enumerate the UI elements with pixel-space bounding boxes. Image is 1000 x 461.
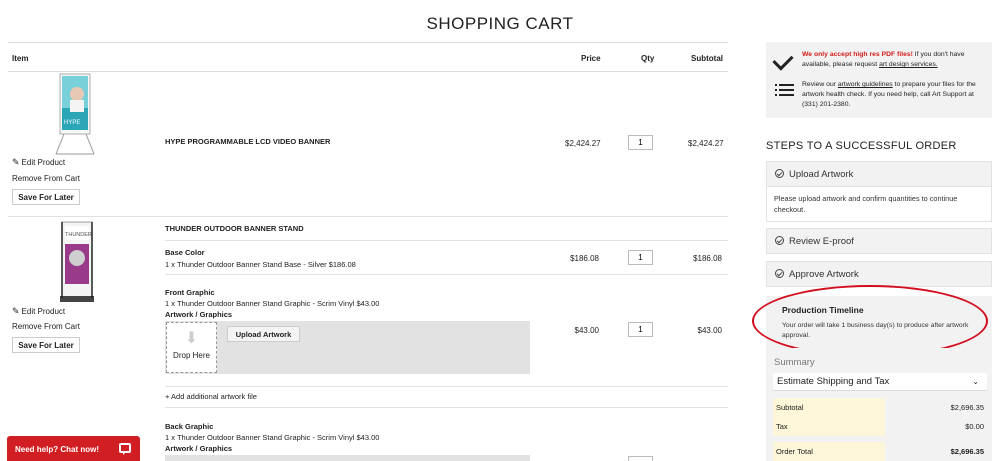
item-price: $186.08 bbox=[570, 254, 599, 263]
edit-product-link[interactable]: ✎ Edit Product bbox=[12, 157, 65, 168]
option-label: Front Graphic bbox=[165, 288, 215, 297]
check-circle-icon bbox=[775, 269, 784, 278]
row-divider bbox=[165, 386, 728, 387]
option-label: Base Color bbox=[165, 248, 205, 257]
cart-header: Item Price Qty Subtotal bbox=[8, 42, 728, 72]
artwork-notice: We only accept high res PDF files! If yo… bbox=[766, 42, 992, 118]
product-name: HYPE PROGRAMMABLE LCD VIDEO BANNER bbox=[165, 137, 331, 146]
quantity-input[interactable] bbox=[628, 456, 653, 461]
step-body: Please upload artwork and confirm quanti… bbox=[767, 186, 991, 221]
steps-title: STEPS TO A SUCCESSFUL ORDER bbox=[766, 140, 957, 152]
option-desc: 1 x Thunder Outdoor Banner Stand Graphic… bbox=[165, 433, 380, 442]
summary-title: Summary bbox=[774, 357, 815, 368]
step-approve-artwork[interactable]: Approve Artwork bbox=[766, 261, 992, 287]
chat-button[interactable]: Need help? Chat now! bbox=[7, 436, 140, 461]
row-divider bbox=[165, 274, 728, 275]
item-subtotal: $186.08 bbox=[693, 254, 722, 263]
add-artwork-file-link[interactable]: + Add additional artwork file bbox=[165, 392, 257, 401]
summary-row-order-total: Order Total $2,696.35 bbox=[773, 442, 987, 461]
step-label: Upload Artwork bbox=[789, 169, 854, 180]
step-label: Review E-proof bbox=[789, 236, 854, 247]
edit-product-link[interactable]: ✎ Edit Product bbox=[12, 306, 65, 317]
pencil-icon: ✎ bbox=[12, 306, 20, 316]
artwork-upload-area bbox=[165, 455, 530, 461]
artwork-label: Artwork / Graphics bbox=[165, 310, 233, 319]
order-summary: Summary Estimate Shipping and Tax ⌄ Subt… bbox=[766, 348, 992, 461]
upload-artwork-button[interactable]: Upload Artwork bbox=[227, 326, 300, 342]
pencil-icon: ✎ bbox=[12, 157, 20, 167]
step-upload-artwork[interactable]: Upload Artwork Please upload artwork and… bbox=[766, 161, 992, 222]
quantity-input[interactable] bbox=[628, 322, 653, 337]
arrow-down-icon: ⬇ bbox=[184, 330, 199, 347]
save-for-later-button[interactable]: Save For Later bbox=[12, 189, 80, 205]
art-design-services-link[interactable]: art design services. bbox=[879, 61, 938, 68]
summary-row-subtotal: Subtotal $2,696.35 bbox=[773, 398, 987, 417]
check-circle-icon bbox=[775, 236, 784, 245]
product-image-thunder[interactable]: THUNDER bbox=[52, 220, 104, 306]
drop-zone[interactable]: ⬇ Drop Here bbox=[166, 322, 217, 373]
chat-bubble-icon bbox=[119, 443, 131, 455]
checklist-icon bbox=[775, 84, 794, 99]
item-price: $43.00 bbox=[574, 326, 599, 335]
row-divider bbox=[165, 240, 728, 241]
option-desc: 1 x Thunder Outdoor Banner Stand Graphic… bbox=[165, 299, 380, 308]
item-subtotal: $43.00 bbox=[697, 326, 722, 335]
svg-text:HYPE: HYPE bbox=[64, 120, 80, 126]
remove-from-cart-link[interactable]: Remove From Cart bbox=[12, 322, 80, 331]
product-image-hype[interactable]: HYPE bbox=[50, 72, 102, 158]
chat-label: Need help? Chat now! bbox=[15, 445, 99, 454]
notice-text-pdf: We only accept high res PDF files! If yo… bbox=[802, 51, 965, 68]
option-label: Back Graphic bbox=[165, 422, 214, 431]
row-divider bbox=[165, 407, 728, 408]
header-item: Item bbox=[12, 54, 29, 63]
svg-text:THUNDER: THUNDER bbox=[65, 232, 92, 238]
header-qty: Qty bbox=[641, 54, 655, 63]
item-price: $2,424.27 bbox=[565, 139, 601, 148]
drop-here-label: Drop Here bbox=[173, 351, 210, 360]
step-label: Approve Artwork bbox=[789, 269, 859, 280]
check-circle-icon bbox=[775, 169, 784, 178]
estimate-shipping-dropdown[interactable]: Estimate Shipping and Tax ⌄ bbox=[773, 373, 987, 391]
checkmark-icon bbox=[772, 49, 794, 71]
quantity-input[interactable] bbox=[628, 250, 653, 265]
artwork-upload-area: ⬇ Drop Here Upload Artwork bbox=[165, 321, 530, 374]
chevron-down-icon: ⌄ bbox=[972, 377, 979, 386]
quantity-input[interactable] bbox=[628, 135, 653, 150]
cart-table: Item Price Qty Subtotal HYPE ✎ Edit Produ… bbox=[8, 42, 728, 461]
notice-text-guidelines: Review our artwork guidelines to prepare… bbox=[802, 81, 976, 108]
product-name: THUNDER OUTDOOR BANNER STAND bbox=[165, 224, 304, 233]
header-subtotal: Subtotal bbox=[691, 54, 723, 63]
artwork-label: Artwork / Graphics bbox=[165, 444, 233, 453]
header-price: Price bbox=[581, 54, 601, 63]
artwork-guidelines-link[interactable]: artwork guidelines bbox=[838, 81, 893, 88]
row-divider bbox=[8, 216, 728, 217]
item-subtotal: $2,424.27 bbox=[688, 139, 724, 148]
highlight-oval bbox=[752, 285, 988, 357]
page-title: SHOPPING CART bbox=[426, 14, 574, 33]
summary-row-tax: Tax $0.00 bbox=[773, 417, 987, 436]
remove-from-cart-link[interactable]: Remove From Cart bbox=[12, 174, 80, 183]
option-desc: 1 x Thunder Outdoor Banner Stand Base - … bbox=[165, 260, 356, 269]
save-for-later-button[interactable]: Save For Later bbox=[12, 337, 80, 353]
step-review-eproof[interactable]: Review E-proof bbox=[766, 228, 992, 254]
